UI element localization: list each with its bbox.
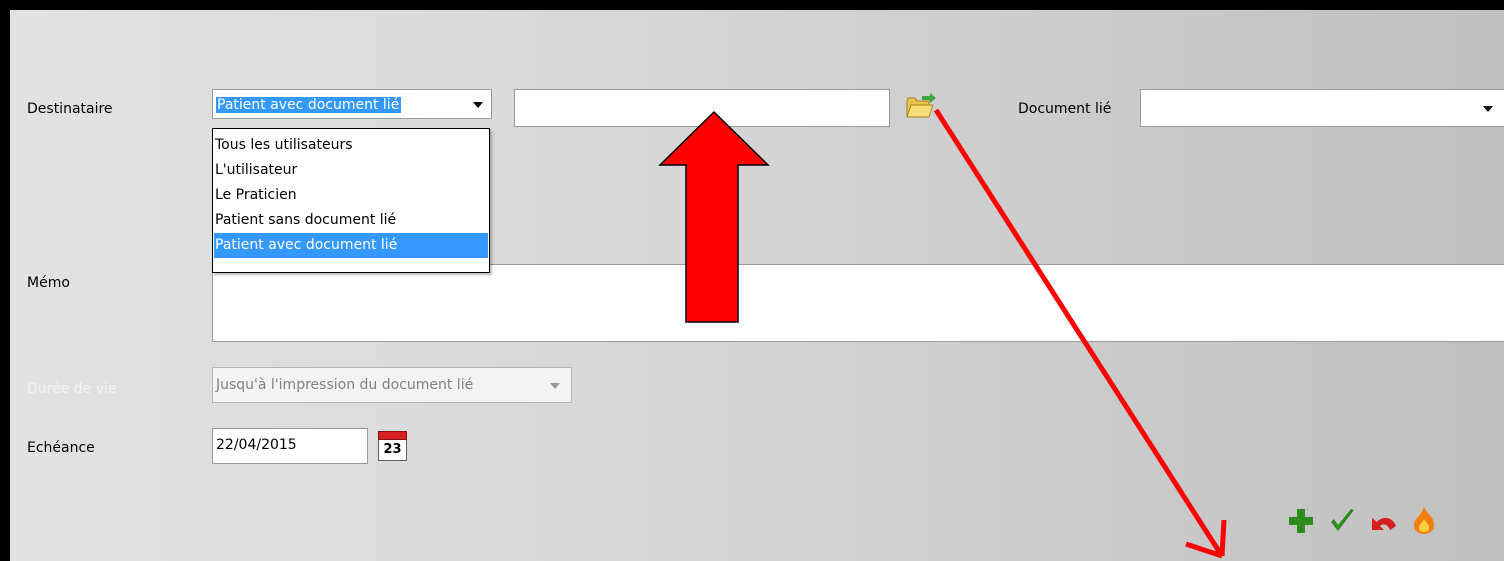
annotation-diagonal-arrow: [933, 108, 1227, 559]
